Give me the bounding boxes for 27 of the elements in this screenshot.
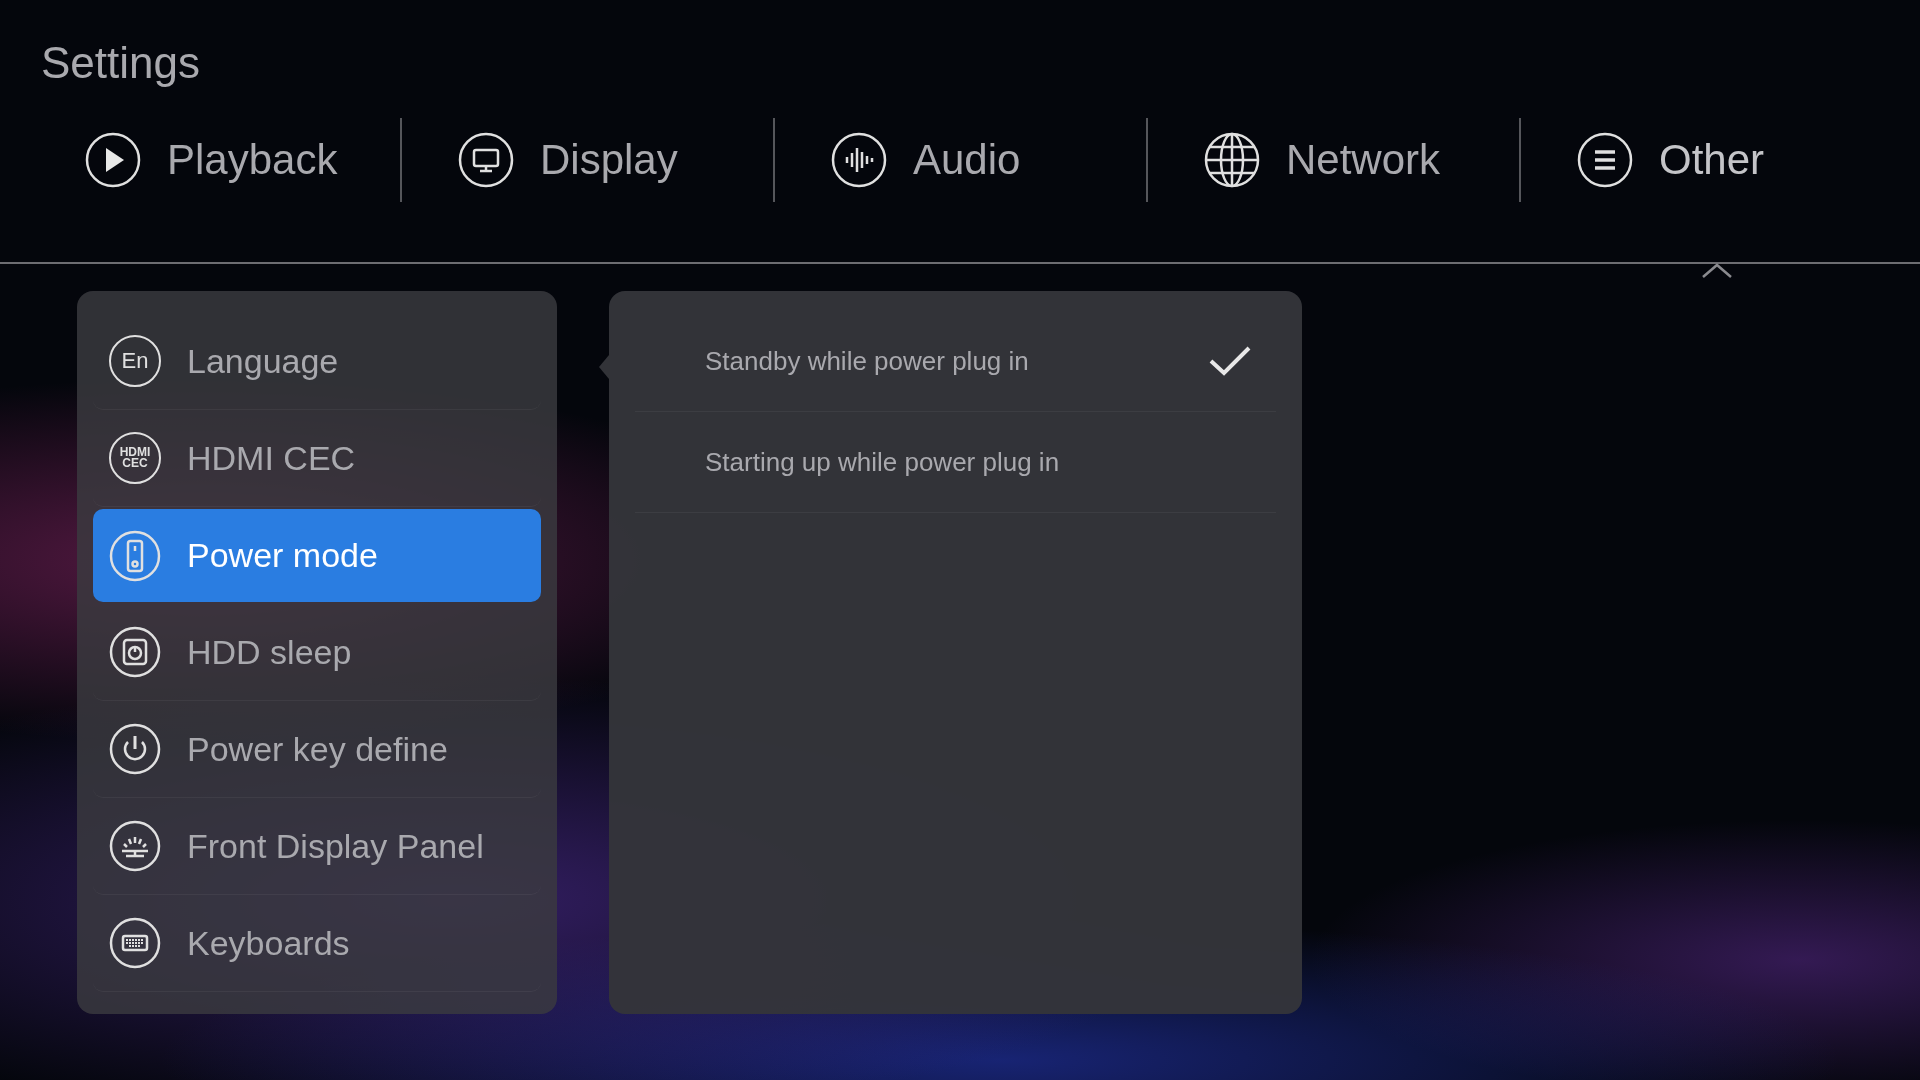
menu-item[interactable]: Power key define <box>93 701 541 798</box>
settings-title: Settings <box>40 37 201 88</box>
menu-item[interactable]: HDMI CEC HDMI CEC <box>93 410 541 507</box>
globe-icon <box>1204 132 1260 188</box>
list-icon <box>1577 132 1633 188</box>
phone-icon <box>109 529 161 582</box>
menu-item[interactable]: HDD sleep <box>93 604 541 701</box>
play-icon <box>85 132 141 188</box>
display-panel-icon <box>109 820 161 872</box>
language-icon: En <box>109 335 161 387</box>
option-item[interactable]: Starting up while power plug in <box>635 412 1276 513</box>
menu-item[interactable]: En Language <box>93 313 541 410</box>
menu-item[interactable]: Keyboards <box>93 895 541 992</box>
menu-item[interactable]: Front Display Panel <box>93 798 541 895</box>
tab[interactable]: Display <box>402 118 775 202</box>
tab[interactable]: Audio <box>775 118 1148 202</box>
tab[interactable]: Network <box>1148 118 1521 202</box>
hdmi-icon: HDMI CEC <box>109 432 161 484</box>
tab[interactable]: Other <box>1521 118 1894 202</box>
sound-bars-icon <box>831 132 887 188</box>
option-item[interactable]: Standby while power plug in <box>635 311 1276 412</box>
disk-icon <box>109 626 161 678</box>
keyboard-icon <box>109 917 161 969</box>
monitor-icon <box>458 132 514 188</box>
tab[interactable]: Playback <box>29 118 402 202</box>
menu-item[interactable]: Power mode <box>93 509 541 602</box>
power-icon <box>109 723 161 775</box>
